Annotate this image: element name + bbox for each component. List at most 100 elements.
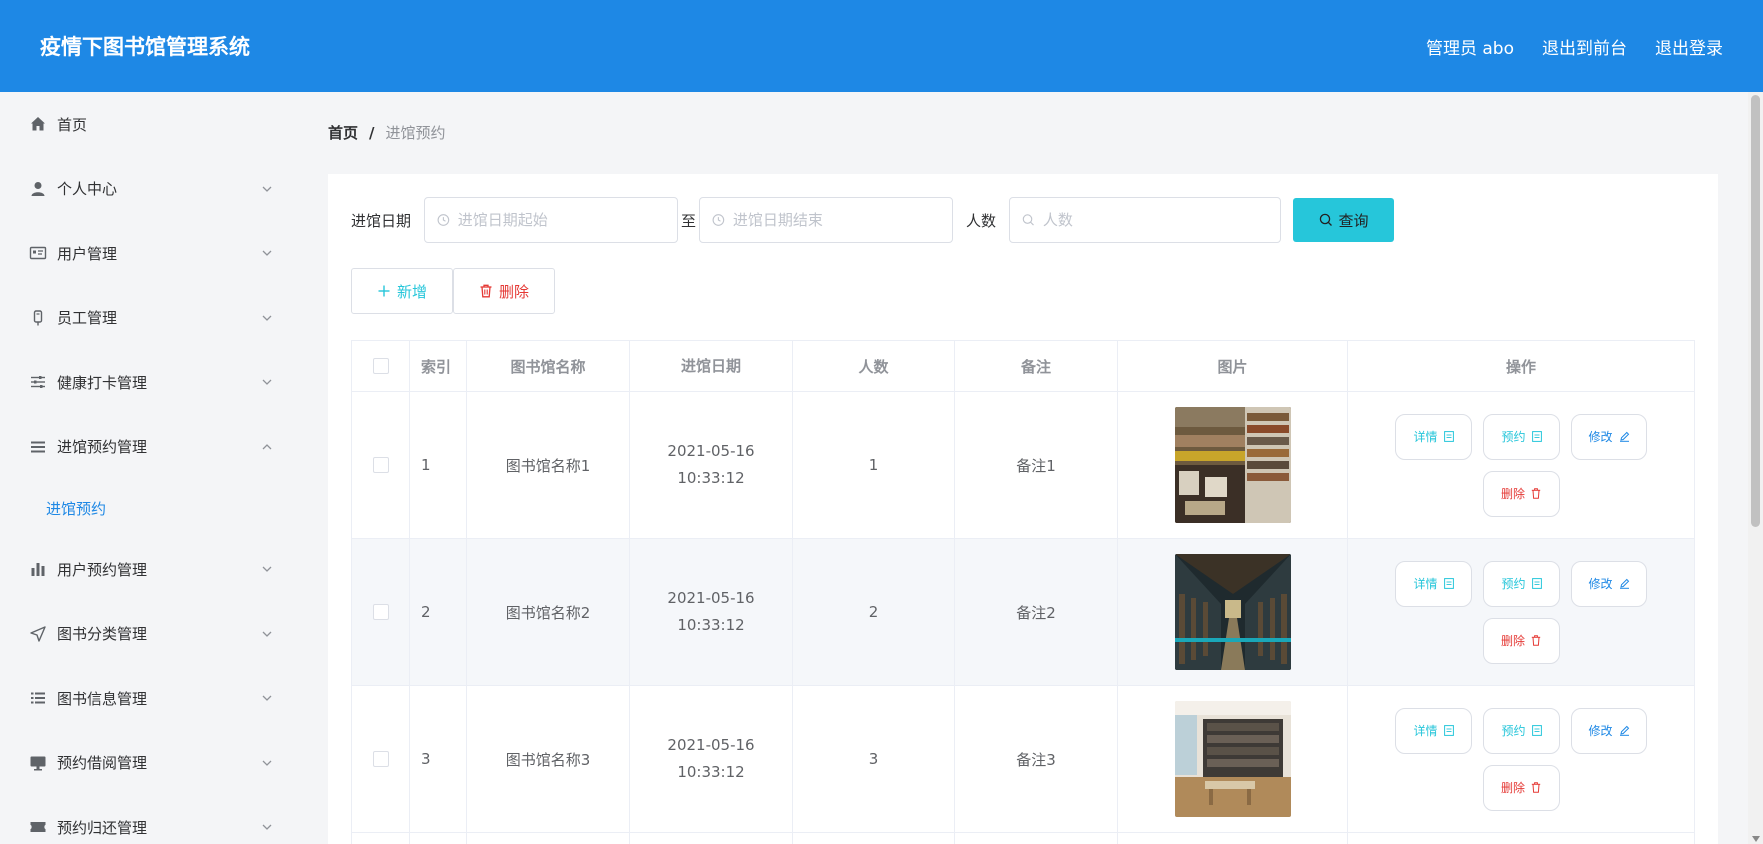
clock-icon <box>712 214 725 226</box>
data-table: 索引 图书馆名称 进馆日期 人数 备注 图片 操作 1 图书馆名称1 2021-… <box>351 340 1695 844</box>
row-actions-line: 删除 <box>1482 470 1560 517</box>
sidebar-item-staff[interactable]: 员工管理 <box>0 286 300 351</box>
count-label: 人数 <box>966 211 997 230</box>
row-checkbox[interactable] <box>372 604 389 620</box>
date-end-input[interactable] <box>732 211 953 229</box>
edit-button[interactable]: 修改 <box>1571 413 1647 460</box>
row-actions <box>1348 833 1695 844</box>
navigation-icon <box>28 624 48 644</box>
reserve-button-label: 预约 <box>1501 430 1526 444</box>
row-index <box>410 833 467 844</box>
sidebar-subitem-visit-booking[interactable]: 进馆预约 <box>0 479 300 537</box>
row-image-cell <box>1118 833 1348 844</box>
chevron-up-icon <box>262 443 272 450</box>
library-photo <box>1174 701 1291 817</box>
date-end-field[interactable] <box>699 197 954 243</box>
trash-icon <box>1531 782 1541 793</box>
count-field[interactable] <box>1009 197 1282 243</box>
scroll-down-arrow-icon[interactable] <box>1752 836 1760 842</box>
breadcrumb-separator: / <box>369 123 375 142</box>
breadcrumb-home[interactable]: 首页 <box>328 122 358 143</box>
chevron-down-icon <box>262 186 272 192</box>
chevron-down-icon <box>262 631 272 637</box>
content-panel: 进馆日期 至 人数 查询 新增 <box>328 174 1718 844</box>
sidebar-item-user-booking[interactable]: 用户预约管理 <box>0 537 300 602</box>
delete-button[interactable]: 删除 <box>1482 764 1560 811</box>
row-actions: 详情 预约 修改 删除 <box>1348 392 1695 538</box>
table-row <box>352 833 1695 844</box>
batch-delete-button[interactable]: 删除 <box>453 268 555 314</box>
sidebar-item-label: 用户管理 <box>57 244 118 263</box>
row-visit-date: 2021-05-16 10:33:12 <box>630 686 793 832</box>
select-all-checkbox[interactable] <box>372 358 389 374</box>
row-checkbox[interactable] <box>372 457 389 473</box>
date-start-field[interactable] <box>424 197 679 243</box>
sidebar-item-label: 预约归还管理 <box>57 818 148 837</box>
detail-button[interactable]: 详情 <box>1395 560 1472 607</box>
page-scrollbar[interactable] <box>1748 92 1763 844</box>
sidebar-item-return-booking[interactable]: 预约归还管理 <box>0 795 300 844</box>
document-icon <box>1443 725 1454 736</box>
sidebar-item-home[interactable]: 首页 <box>0 92 300 157</box>
home-icon <box>28 114 48 134</box>
row-actions: 详情 预约 修改 删除 <box>1348 686 1695 832</box>
date-start-input[interactable] <box>457 211 678 229</box>
reserve-button[interactable]: 预约 <box>1483 560 1560 607</box>
chevron-down-icon <box>262 379 272 386</box>
sliders-icon <box>28 372 48 392</box>
badge-icon <box>28 308 48 328</box>
header-checkbox-cell <box>352 341 410 391</box>
edit-button[interactable]: 修改 <box>1571 560 1647 607</box>
document-icon <box>1443 431 1454 442</box>
trash-icon <box>1531 488 1541 499</box>
edit-button-label: 修改 <box>1588 430 1613 444</box>
breadcrumb: 首页 / 进馆预约 <box>328 122 446 143</box>
sidebar-item-visit-booking[interactable]: 进馆预约管理 <box>0 415 300 480</box>
document-icon <box>1531 431 1542 442</box>
row-library-name: 图书馆名称2 <box>467 539 630 685</box>
header-links: 管理员 abo 退出到前台 退出登录 <box>1426 34 1723 59</box>
chevron-down-icon <box>262 315 272 321</box>
table-row: 2 图书馆名称2 2021-05-16 10:33:12 2 备注2 详情 预约… <box>352 539 1695 686</box>
column-header: 人数 <box>793 341 955 391</box>
row-checkbox[interactable] <box>372 751 389 767</box>
row-visit-date: 2021-05-16 10:33:12 <box>630 392 793 538</box>
chevron-down-icon <box>262 250 272 257</box>
table-row: 1 图书馆名称1 2021-05-16 10:33:12 1 备注1 详情 预约… <box>352 392 1695 539</box>
row-library-name: 图书馆名称1 <box>467 392 630 538</box>
sidebar-item-book-category[interactable]: 图书分类管理 <box>0 602 300 667</box>
query-button[interactable]: 查询 <box>1293 198 1395 242</box>
clock-icon <box>437 214 450 226</box>
date-to-label: 至 <box>681 211 697 230</box>
reserve-button[interactable]: 预约 <box>1483 707 1560 754</box>
sidebar-item-label: 个人中心 <box>57 180 118 199</box>
detail-button[interactable]: 详情 <box>1395 413 1472 460</box>
detail-button[interactable]: 详情 <box>1395 707 1472 754</box>
sidebar-item-label: 进馆预约管理 <box>57 438 148 457</box>
batch-delete-label: 删除 <box>498 283 529 301</box>
scrollbar-thumb[interactable] <box>1751 95 1760 527</box>
admin-name[interactable]: 管理员 abo <box>1426 34 1514 59</box>
sidebar-item-book-info[interactable]: 图书信息管理 <box>0 666 300 731</box>
delete-button[interactable]: 删除 <box>1482 470 1560 517</box>
sidebar-item-profile[interactable]: 个人中心 <box>0 157 300 222</box>
logout-link[interactable]: 退出登录 <box>1655 34 1723 59</box>
row-library-name <box>467 833 630 844</box>
edit-button[interactable]: 修改 <box>1571 707 1647 754</box>
chevron-down-icon <box>262 695 272 702</box>
row-actions-line: 删除 <box>1482 617 1560 664</box>
reserve-button[interactable]: 预约 <box>1483 413 1560 460</box>
sidebar-item-borrow-booking[interactable]: 预约借阅管理 <box>0 731 300 796</box>
row-count <box>793 833 955 844</box>
count-input[interactable] <box>1042 211 1281 229</box>
row-actions-line: 删除 <box>1482 764 1560 811</box>
column-header: 图片 <box>1118 341 1348 391</box>
bar-chart-icon <box>28 559 48 579</box>
sidebar-item-health[interactable]: 健康打卡管理 <box>0 350 300 415</box>
sidebar-item-users[interactable]: 用户管理 <box>0 221 300 286</box>
to-front-link[interactable]: 退出到前台 <box>1542 34 1627 59</box>
delete-button[interactable]: 删除 <box>1482 617 1560 664</box>
row-checkbox-cell <box>352 833 410 844</box>
add-button[interactable]: 新增 <box>351 268 453 314</box>
list-icon <box>28 437 48 457</box>
